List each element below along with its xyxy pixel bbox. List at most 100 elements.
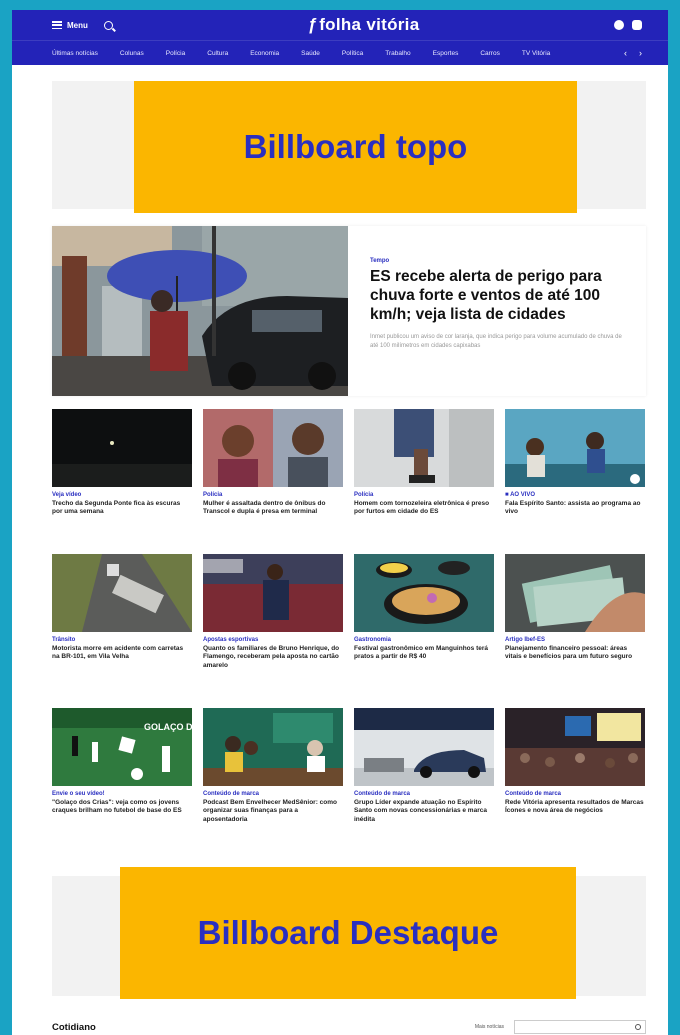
card-title[interactable]: Fala Espírito Santo: assista ao programa… [505, 500, 645, 517]
nav-item-carros[interactable]: Carros [480, 50, 500, 57]
card-category[interactable]: Gastronomia [354, 637, 494, 643]
card-title[interactable]: Trecho da Segunda Ponte fica às escuras … [52, 500, 192, 517]
card-title[interactable]: Motorista morre em acidente com carretas… [52, 645, 192, 662]
hero-subtitle: Inmet publicou um aviso de cor laranja, … [370, 333, 622, 349]
card-title[interactable]: Rede Vitória apresenta resultados de Mar… [505, 799, 645, 816]
top-header: Menu ƒ folha vitória [12, 10, 668, 40]
hero-kicker[interactable]: Tempo [370, 258, 624, 264]
card-category[interactable]: ■ AO VIVO [505, 492, 645, 498]
hamburger-icon [52, 21, 62, 29]
podcast-studio-photo [203, 708, 343, 786]
news-row-1: Veja vídeo Trecho da Segunda Ponte fica … [52, 409, 646, 517]
card-title[interactable]: Homem com tornozeleira eletrônica é pres… [354, 500, 494, 517]
search-icon[interactable] [103, 20, 113, 30]
menu-label: Menu [67, 20, 88, 30]
news-card[interactable]: Artigo Ibef-ES Planejamento financeiro p… [505, 554, 645, 670]
whatsapp-icon[interactable] [614, 20, 624, 30]
card-thumbnail[interactable] [354, 554, 494, 632]
news-card[interactable]: Conteúdo de marca Podcast Bem Envelhecer… [203, 708, 343, 824]
card-title[interactable]: Festival gastronômico em Manguinhos terá… [354, 645, 494, 662]
card-category[interactable]: Polícia [203, 492, 343, 498]
instagram-icon[interactable] [632, 20, 642, 30]
card-title[interactable]: "Golaço dos Crias": veja como os jovens … [52, 799, 192, 816]
nav-item-policia[interactable]: Polícia [166, 50, 186, 57]
billboard-destaque-ad[interactable]: Billboard Destaque [120, 867, 576, 999]
nav-bar: Últimas notícias Colunas Polícia Cultura… [12, 40, 668, 65]
nav-item-ultimas[interactable]: Últimas notícias [52, 50, 98, 57]
hero-title[interactable]: ES recebe alerta de perigo para chuva fo… [370, 268, 624, 325]
card-thumbnail[interactable] [354, 409, 494, 487]
youth-football-photo: GOLAÇO DOS CRIAS [52, 708, 192, 786]
nav-item-trabalho[interactable]: Trabalho [385, 50, 410, 57]
section-title[interactable]: Cotidiano [52, 1022, 96, 1033]
chevron-right-icon[interactable]: › [639, 48, 642, 58]
more-news-label: Mais notícias [474, 1024, 504, 1030]
news-card[interactable]: Veja vídeo Trecho da Segunda Ponte fica … [52, 409, 192, 517]
card-category[interactable]: Conteúdo de marca [505, 791, 645, 797]
card-category[interactable]: Polícia [354, 492, 494, 498]
billboard-top-slot: Billboard topo [52, 81, 646, 213]
news-row-3: GOLAÇO DOS CRIAS Envie o seu vídeo! "Gol… [52, 708, 646, 824]
hero-photo [52, 226, 348, 396]
logo-text: folha vitória [319, 15, 420, 34]
card-title[interactable]: Mulher é assaltada dentro de ônibus do T… [203, 500, 343, 517]
news-card[interactable]: Apostas esportivas Quanto os familiares … [203, 554, 343, 670]
card-category[interactable]: Veja vídeo [52, 492, 192, 498]
menu-button[interactable]: Menu [52, 21, 88, 30]
news-card[interactable]: Gastronomia Festival gastronômico em Man… [354, 554, 494, 670]
news-card[interactable]: ■ AO VIVO Fala Espírito Santo: assista a… [505, 409, 645, 517]
page-frame: Menu ƒ folha vitória Últimas notícias Co… [12, 10, 668, 1035]
night-road-photo [52, 409, 192, 487]
card-category[interactable]: Trânsito [52, 637, 192, 643]
card-thumbnail[interactable]: GOLAÇO DOS CRIAS [52, 708, 192, 786]
card-title[interactable]: Grupo Líder expande atuação no Espírito … [354, 799, 494, 824]
nav-item-saude[interactable]: Saúde [301, 50, 320, 57]
card-category[interactable]: Apostas esportivas [203, 637, 343, 643]
billboard-destaque-label: Billboard Destaque [197, 914, 499, 951]
card-category[interactable]: Conteúdo de marca [203, 791, 343, 797]
nav-item-economia[interactable]: Economia [250, 50, 279, 57]
nav-item-tv-vitoria[interactable]: TV Vitória [522, 50, 550, 57]
card-category[interactable]: Conteúdo de marca [354, 791, 494, 797]
search-icon[interactable] [635, 1024, 641, 1030]
news-card[interactable]: Trânsito Motorista morre em acidente com… [52, 554, 192, 670]
news-card[interactable]: GOLAÇO DOS CRIAS Envie o seu vídeo! "Gol… [52, 708, 192, 824]
card-thumbnail[interactable] [505, 554, 645, 632]
site-logo[interactable]: ƒ folha vitória [307, 15, 419, 35]
logo-mark-icon: ƒ [307, 15, 318, 34]
hero-image[interactable] [52, 226, 348, 396]
card-title[interactable]: Quanto os familiares de Bruno Henrique, … [203, 645, 343, 670]
nav-item-esportes[interactable]: Esportes [433, 50, 459, 57]
card-category[interactable]: Envie o seu vídeo! [52, 791, 192, 797]
news-card[interactable]: Conteúdo de marca Grupo Líder expande at… [354, 708, 494, 824]
food-dish-photo [354, 554, 494, 632]
card-title[interactable]: Planejamento financeiro pessoal: áreas v… [505, 645, 645, 662]
billboard-top-ad[interactable]: Billboard topo [134, 81, 577, 213]
highway-crash-photo [52, 554, 192, 632]
money-photo [505, 554, 645, 632]
card-thumbnail[interactable] [203, 554, 343, 632]
nav-item-colunas[interactable]: Colunas [120, 50, 144, 57]
news-row-2: Trânsito Motorista morre em acidente com… [52, 554, 646, 670]
card-title[interactable]: Podcast Bem Envelhecer MedSênior: como o… [203, 799, 343, 824]
section-header: Cotidiano Mais notícias [52, 1020, 646, 1034]
card-thumbnail[interactable] [354, 708, 494, 786]
mugshots-photo [203, 409, 343, 487]
card-thumbnail[interactable] [505, 708, 645, 786]
car-dealership-photo [354, 708, 494, 786]
card-category[interactable]: Artigo Ibef-ES [505, 637, 645, 643]
card-thumbnail[interactable] [505, 409, 645, 487]
card-thumbnail[interactable] [203, 708, 343, 786]
hero-story[interactable]: Tempo ES recebe alerta de perigo para ch… [52, 226, 646, 396]
nav-item-politica[interactable]: Política [342, 50, 363, 57]
news-card[interactable]: Polícia Homem com tornozeleira eletrônic… [354, 409, 494, 517]
news-card[interactable]: Polícia Mulher é assaltada dentro de ôni… [203, 409, 343, 517]
chevron-left-icon[interactable]: ‹ [624, 48, 627, 58]
more-news-search[interactable] [514, 1020, 646, 1034]
card-thumbnail[interactable] [203, 409, 343, 487]
card-thumbnail[interactable] [52, 409, 192, 487]
footballer-photo [203, 554, 343, 632]
card-thumbnail[interactable] [52, 554, 192, 632]
nav-item-cultura[interactable]: Cultura [207, 50, 228, 57]
news-card[interactable]: Conteúdo de marca Rede Vitória apresenta… [505, 708, 645, 824]
